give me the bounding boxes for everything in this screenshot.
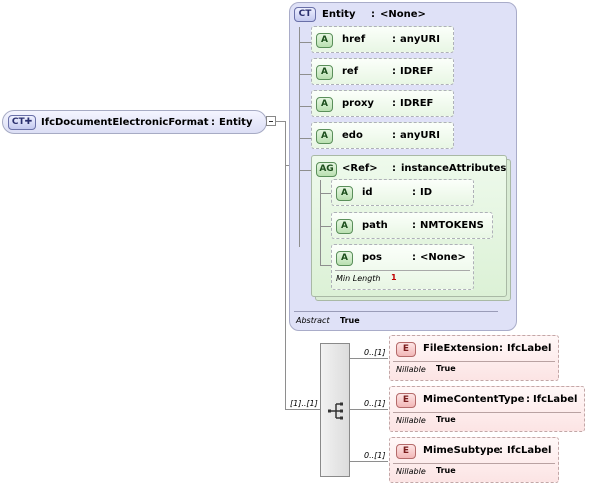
sequence-compositor[interactable] — [320, 343, 350, 477]
facet-label: Nillable — [396, 416, 426, 425]
facet-value: True — [436, 415, 456, 424]
facet-value: 1 — [391, 273, 397, 282]
facet-label: Min Length — [336, 274, 381, 283]
facet-value: True — [436, 466, 456, 475]
sequence-icon — [328, 402, 343, 420]
element-mime-subtype[interactable]: E MimeSubtype : IfcLabel Nillable True — [389, 437, 559, 483]
facet-divider — [393, 361, 555, 362]
attribute-badge: A — [336, 186, 353, 201]
entity-name: Entity — [322, 9, 356, 20]
element-mime-content-type[interactable]: E MimeContentType : IfcLabel Nillable Tr… — [389, 386, 585, 432]
attribute-type: ID — [420, 187, 433, 198]
minus-icon — [269, 121, 273, 122]
attribute-type: IDREF — [400, 66, 434, 77]
element-cardinality: 0..[1] — [364, 399, 386, 408]
attribute-separator: : — [412, 220, 416, 231]
attribute-path[interactable]: A path : NMTOKENS — [331, 212, 493, 239]
facet-divider — [335, 270, 470, 271]
entity-separator: : — [371, 9, 375, 20]
attribute-type: anyURI — [400, 130, 440, 141]
element-type: IfcLabel — [507, 445, 552, 456]
attribute-name: pos — [362, 252, 382, 263]
abstract-label: Abstract — [296, 316, 330, 325]
attribute-badge: A — [316, 33, 333, 48]
complex-type-badge: CT✚ — [8, 115, 36, 130]
attribute-id[interactable]: A id : ID — [331, 179, 474, 206]
attribute-type: NMTOKENS — [420, 220, 484, 231]
attribute-edo[interactable]: A edo : anyURI — [311, 122, 454, 149]
element-separator: : — [499, 343, 503, 354]
complex-type-badge: CT — [294, 7, 316, 22]
attribute-separator: : — [412, 187, 416, 198]
element-badge: E — [396, 444, 416, 459]
complex-type-badge-text: CT — [11, 117, 25, 127]
element-badge: E — [396, 342, 416, 357]
attribute-group-badge: AG — [316, 162, 337, 177]
attribute-separator: : — [412, 252, 416, 263]
connector — [299, 27, 300, 247]
attribute-href[interactable]: A href : anyURI — [311, 26, 454, 53]
entity-base: <None> — [380, 9, 426, 20]
plus-icon: ✚ — [24, 117, 33, 127]
element-separator: : — [526, 394, 530, 405]
abstract-divider — [294, 311, 498, 312]
element-separator: : — [499, 445, 503, 456]
attribute-name: id — [362, 187, 373, 198]
element-name: MimeContentType — [423, 394, 525, 405]
attribute-separator: : — [392, 34, 396, 45]
attribute-group-type: instanceAttributes — [401, 163, 507, 174]
element-name: MimeSubtype — [423, 445, 501, 456]
facet-label: Nillable — [396, 467, 426, 476]
attribute-badge: A — [336, 251, 353, 266]
facet-divider — [393, 412, 581, 413]
attribute-badge: A — [316, 129, 333, 144]
attribute-separator: : — [392, 130, 396, 141]
attribute-badge: A — [336, 219, 353, 234]
attribute-separator: : — [392, 98, 396, 109]
root-type-base: Entity — [219, 117, 253, 128]
facet-value: True — [436, 364, 456, 373]
attribute-type: IDREF — [400, 98, 434, 109]
attribute-badge: A — [316, 65, 333, 80]
element-cardinality: 0..[1] — [364, 451, 386, 460]
attribute-name: ref — [342, 66, 359, 77]
element-type: IfcLabel — [533, 394, 578, 405]
connector — [285, 409, 321, 410]
element-type: IfcLabel — [507, 343, 552, 354]
abstract-value: True — [340, 316, 360, 325]
connector — [350, 358, 388, 359]
connector — [350, 409, 388, 410]
facet-divider — [393, 463, 555, 464]
attribute-pos[interactable]: A pos : <None> Min Length 1 — [331, 244, 474, 290]
element-badge: E — [396, 393, 416, 408]
root-complex-type[interactable]: CT✚ IfcDocumentElectronicFormat : Entity — [2, 110, 267, 134]
attribute-name: edo — [342, 130, 363, 141]
attribute-type: <None> — [420, 252, 466, 263]
root-type-name: IfcDocumentElectronicFormat — [41, 117, 209, 128]
attribute-type: anyURI — [400, 34, 440, 45]
attribute-proxy[interactable]: A proxy : IDREF — [311, 90, 454, 117]
root-type-separator: : — [211, 117, 215, 128]
attribute-name: path — [362, 220, 388, 231]
attribute-ref[interactable]: A ref : IDREF — [311, 58, 454, 85]
attribute-group-name: <Ref> — [342, 163, 378, 174]
connector — [350, 461, 388, 462]
attribute-badge: A — [316, 97, 333, 112]
attribute-name: href — [342, 34, 366, 45]
collapse-toggle[interactable] — [266, 116, 276, 126]
attribute-separator: : — [392, 66, 396, 77]
facet-label: Nillable — [396, 365, 426, 374]
attribute-group-separator: : — [392, 163, 396, 174]
element-cardinality: 0..[1] — [364, 348, 386, 357]
element-name: FileExtension — [423, 343, 499, 354]
attribute-name: proxy — [342, 98, 374, 109]
element-file-extension[interactable]: E FileExtension : IfcLabel Nillable True — [389, 335, 559, 381]
sequence-cardinality: [1]..[1] — [290, 399, 318, 408]
